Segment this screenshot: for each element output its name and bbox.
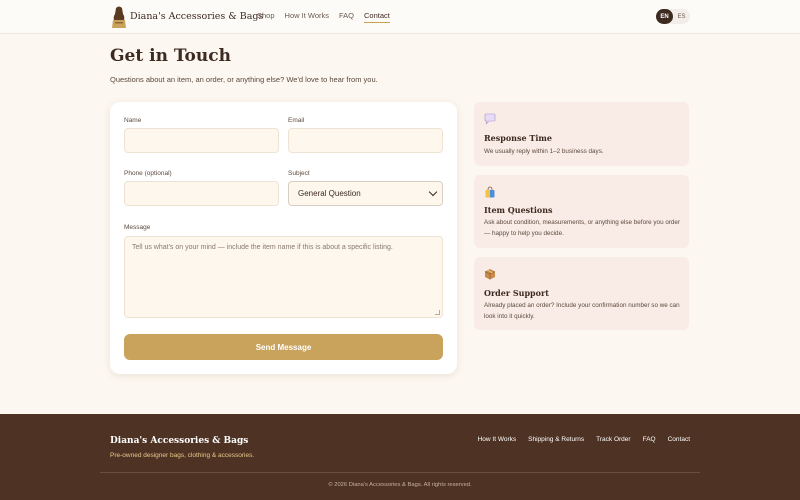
phone-input[interactable] (124, 181, 279, 206)
nav-contact[interactable]: Contact (364, 11, 390, 23)
page-title: Get in Touch (110, 46, 231, 66)
info-text: Ask about condition, measurements, or an… (484, 219, 681, 237)
footer-link-how-it-works[interactable]: How It Works (478, 436, 517, 443)
info-title: Order Support (484, 288, 549, 298)
info-text: Already placed an order? Include your co… (484, 302, 680, 320)
brand-name[interactable]: Diana's Accessories & Bags (130, 11, 263, 22)
chevron-down-icon (428, 187, 438, 197)
footer-copyright: © 2026 Diana's Accessories & Bags. All r… (328, 482, 472, 488)
name-input[interactable] (124, 128, 279, 153)
site-header: Diana's Accessories & Bags Shop How It W… (0, 0, 800, 34)
info-title: Response Time (484, 133, 552, 143)
name-label: Name (124, 117, 142, 124)
subject-select[interactable]: General Question (288, 181, 443, 206)
main-nav: Shop How It Works FAQ Contact (257, 11, 390, 23)
message-label: Message (124, 224, 151, 231)
lang-es-button[interactable]: ES (673, 9, 690, 24)
nav-how-it-works[interactable]: How It Works (285, 11, 329, 23)
footer-brand: Diana's Accessories & Bags (110, 436, 249, 446)
subject-select-value: General Question (298, 189, 361, 198)
shopping-bag-icon (485, 186, 495, 198)
nav-faq[interactable]: FAQ (339, 11, 354, 23)
info-card-item-questions: Item Questions Ask about condition, meas… (474, 175, 689, 248)
lang-en-button[interactable]: EN (656, 9, 673, 24)
footer-link-track-order[interactable]: Track Order (596, 436, 630, 443)
nav-shop[interactable]: Shop (257, 11, 275, 23)
resize-handle-icon[interactable] (435, 310, 440, 315)
email-input[interactable] (288, 128, 443, 153)
send-message-button[interactable]: Send Message (124, 334, 443, 360)
footer-tagline: Pre-owned designer bags, clothing & acce… (110, 452, 255, 459)
speech-bubble-icon (484, 113, 496, 125)
logo-icon[interactable] (110, 5, 128, 29)
footer-link-faq[interactable]: FAQ (643, 436, 656, 443)
page-subtitle: Questions about an item, an order, or an… (110, 75, 378, 84)
phone-label: Phone (optional) (124, 170, 172, 177)
info-text: We usually reply within 1–2 business day… (484, 148, 604, 155)
message-textarea[interactable]: Tell us what's on your mind — include th… (124, 236, 443, 318)
message-placeholder: Tell us what's on your mind — include th… (132, 244, 393, 251)
subject-label: Subject (288, 170, 310, 177)
footer-link-shipping-returns[interactable]: Shipping & Returns (528, 436, 584, 443)
footer-link-contact[interactable]: Contact (668, 436, 690, 443)
footer-links: How It Works Shipping & Returns Track Or… (478, 436, 690, 443)
footer-divider (100, 472, 700, 473)
email-label: Email (288, 117, 305, 124)
package-icon (484, 269, 496, 280)
site-footer: Diana's Accessories & Bags Pre-owned des… (0, 414, 800, 500)
info-card-response-time: Response Time We usually reply within 1–… (474, 102, 689, 166)
info-title: Item Questions (484, 205, 553, 215)
language-toggle: EN ES (656, 9, 690, 24)
contact-form: Name Email Phone (optional) Subject Gene… (110, 102, 457, 374)
info-card-order-support: Order Support Already placed an order? I… (474, 257, 689, 330)
